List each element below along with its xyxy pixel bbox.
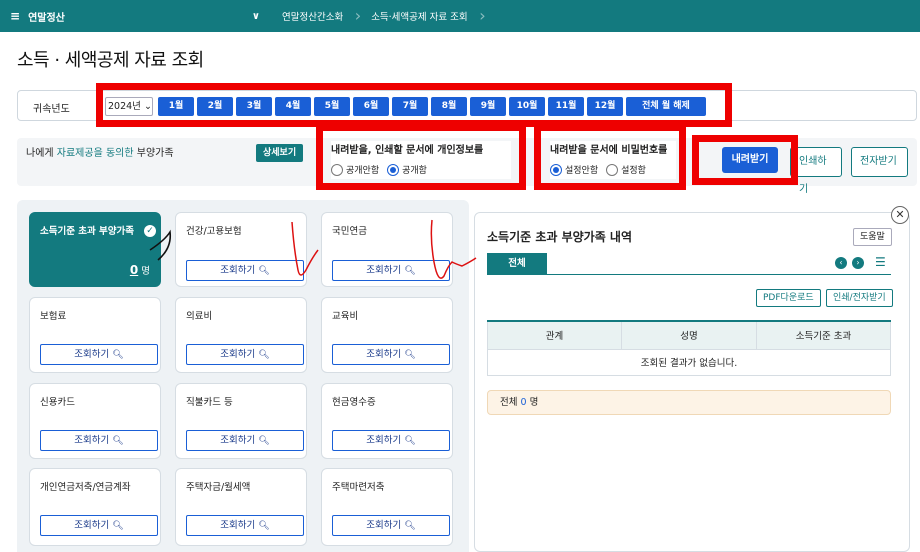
query-button[interactable]: 조회하기 🔍︎ — [332, 430, 450, 451]
tab-all[interactable]: 전체 — [487, 253, 547, 274]
card-pension-savings: 개인연금저축/연금계좌 조회하기 🔍︎ — [29, 468, 161, 546]
card-cash-receipt: 현금영수증 조회하기 🔍︎ — [321, 383, 453, 459]
month-button-9[interactable]: 9월 — [470, 97, 506, 116]
year-label: 귀속년도 — [33, 104, 70, 115]
password-option-title: 내려받을 문서에 비밀번호를 — [550, 145, 668, 156]
radio-icon — [606, 163, 619, 176]
query-button[interactable]: 조회하기 🔍︎ — [40, 344, 158, 365]
chevron-down-icon: ⌄ — [143, 101, 152, 112]
detail-button[interactable]: 상세보기 — [256, 144, 304, 162]
query-button[interactable]: 조회하기 🔍︎ — [332, 260, 450, 281]
query-button[interactable]: 조회하기 🔍︎ — [40, 430, 158, 451]
print-receive-button[interactable]: 인쇄/전자받기 — [826, 289, 893, 307]
close-icon[interactable]: ✕ — [891, 206, 909, 224]
send-button[interactable]: 전자받기 — [851, 147, 908, 177]
card-medical: 의료비 조회하기 🔍︎ — [175, 297, 307, 373]
month-button-1[interactable]: 1월 — [158, 97, 194, 116]
consent-text: 나에게 자료제공을 동의한 부양가족 — [26, 148, 174, 159]
password-option-set[interactable]: 설정함 — [606, 163, 646, 176]
search-icon: 🔍︎ — [258, 521, 270, 531]
breadcrumb-1[interactable]: 연말정산간소화 › — [268, 0, 361, 32]
search-icon: 🔍︎ — [404, 436, 416, 446]
month-button-10[interactable]: 10월 — [509, 97, 545, 116]
month-button-5[interactable]: 5월 — [314, 97, 350, 116]
detail-table: 관계 성명 소득기준 초과 조회된 결과가 없습니다. — [487, 320, 891, 376]
month-button-3[interactable]: 3월 — [236, 97, 272, 116]
privacy-option-title: 내려받을, 인쇄할 문서에 개인정보를 — [331, 145, 484, 156]
search-icon: 🔍︎ — [112, 436, 124, 446]
privacy-option-group: 내려받을, 인쇄할 문서에 개인정보를 공개안함 공개함 — [331, 141, 511, 179]
password-option-group: 내려받을 문서에 비밀번호를 설정안함 설정함 — [550, 141, 676, 179]
all-months-toggle[interactable]: 전체 월 해제 — [626, 97, 706, 116]
card-credit-card: 신용카드 조회하기 🔍︎ — [29, 383, 161, 459]
card-health-employment-insurance: 건강/고용보험 조회하기 🔍︎ — [175, 212, 307, 287]
card-over-income-dependents[interactable]: 소득기준 초과 부양가족 ✓ 0 명 — [29, 212, 161, 287]
query-button[interactable]: 조회하기 🔍︎ — [186, 260, 304, 281]
card-housing-fund-rent: 주택자금/월세액 조회하기 🔍︎ — [175, 468, 307, 546]
month-button-11[interactable]: 11월 — [548, 97, 584, 116]
month-button-12[interactable]: 12월 — [587, 97, 623, 116]
column-header-name: 성명 — [621, 320, 757, 350]
card-education: 교육비 조회하기 🔍︎ — [321, 297, 453, 373]
card-national-pension: 국민연금 조회하기 🔍︎ — [321, 212, 453, 287]
menu-label: 연말정산 — [28, 12, 65, 24]
query-button[interactable]: 조회하기 🔍︎ — [40, 515, 158, 536]
print-button[interactable]: 인쇄하기 — [790, 147, 842, 195]
total-summary: 전체 0 명 — [487, 390, 891, 415]
column-header-over-income: 소득기준 초과 — [756, 320, 891, 350]
month-button-6[interactable]: 6월 — [353, 97, 389, 116]
list-icon[interactable]: ☰ — [875, 255, 889, 269]
search-icon: 🔍︎ — [404, 521, 416, 531]
empty-message: 조회된 결과가 없습니다. — [487, 348, 891, 376]
breadcrumb-2[interactable]: 소득·세액공제 자료 조회 › — [357, 0, 485, 32]
search-icon: 🔍︎ — [404, 266, 416, 276]
page-title: 소득 · 세액공제 자료 조회 — [17, 50, 204, 71]
detail-title: 소득기준 초과 부양가족 내역 — [487, 230, 633, 244]
query-button[interactable]: 조회하기 🔍︎ — [332, 344, 450, 365]
search-icon: 🔍︎ — [258, 436, 270, 446]
column-header-relation: 관계 — [487, 320, 622, 350]
search-icon: 🔍︎ — [112, 521, 124, 531]
search-icon: 🔍︎ — [258, 350, 270, 360]
dependent-count: 0 명 — [129, 263, 150, 277]
top-nav: ≡ 연말정산 ∨ 연말정산간소화 › 소득·세액공제 자료 조회 › — [0, 0, 920, 32]
radio-selected-icon — [550, 163, 562, 176]
month-button-4[interactable]: 4월 — [275, 97, 311, 116]
card-insurance: 보험료 조회하기 🔍︎ — [29, 297, 161, 373]
chevron-down-icon: ∨ — [251, 10, 260, 22]
prev-icon[interactable]: ‹ — [835, 257, 847, 269]
privacy-option-show[interactable]: 공개함 — [387, 163, 427, 176]
pdf-download-button[interactable]: PDF다운로드 — [756, 289, 821, 307]
next-icon[interactable]: › — [852, 257, 864, 269]
table-row: 조회된 결과가 없습니다. — [487, 348, 891, 376]
year-month-bar: 귀속년도 2024년 ⌄ 1월 2월 3월 4월 5월 6월 7월 8월 9월 … — [17, 90, 917, 121]
query-button[interactable]: 조회하기 🔍︎ — [332, 515, 450, 536]
year-select[interactable]: 2024년 ⌄ — [105, 97, 153, 116]
search-icon: 🔍︎ — [258, 266, 270, 276]
chevron-right-icon: › — [479, 6, 486, 25]
help-button[interactable]: 도움말 — [853, 228, 892, 246]
menu-toggle[interactable]: ≡ 연말정산 ∨ — [0, 9, 268, 24]
month-button-7[interactable]: 7월 — [392, 97, 428, 116]
download-button[interactable]: 내려받기 — [722, 147, 778, 173]
month-buttons: 1월 2월 3월 4월 5월 6월 7월 8월 9월 10월 11월 12월 전… — [158, 97, 706, 116]
radio-icon — [331, 163, 343, 176]
detail-panel: 소득기준 초과 부양가족 내역 도움말 전체 ‹ › ☰ PDF다운로드 인쇄/… — [474, 212, 910, 552]
menu-icon: ≡ — [10, 9, 21, 23]
query-button[interactable]: 조회하기 🔍︎ — [186, 515, 304, 536]
check-icon: ✓ — [144, 225, 156, 237]
card-debit-card: 직불카드 등 조회하기 🔍︎ — [175, 383, 307, 459]
password-option-none[interactable]: 설정안함 — [550, 163, 598, 176]
tab-divider — [487, 274, 891, 275]
month-button-2[interactable]: 2월 — [197, 97, 233, 116]
query-button[interactable]: 조회하기 🔍︎ — [186, 344, 304, 365]
privacy-option-hide[interactable]: 공개안함 — [331, 163, 379, 176]
search-icon: 🔍︎ — [404, 350, 416, 360]
card-housing-savings: 주택마련저축 조회하기 🔍︎ — [321, 468, 453, 546]
query-button[interactable]: 조회하기 🔍︎ — [186, 430, 304, 451]
radio-selected-icon — [387, 163, 400, 176]
search-icon: 🔍︎ — [112, 350, 124, 360]
month-button-8[interactable]: 8월 — [431, 97, 467, 116]
